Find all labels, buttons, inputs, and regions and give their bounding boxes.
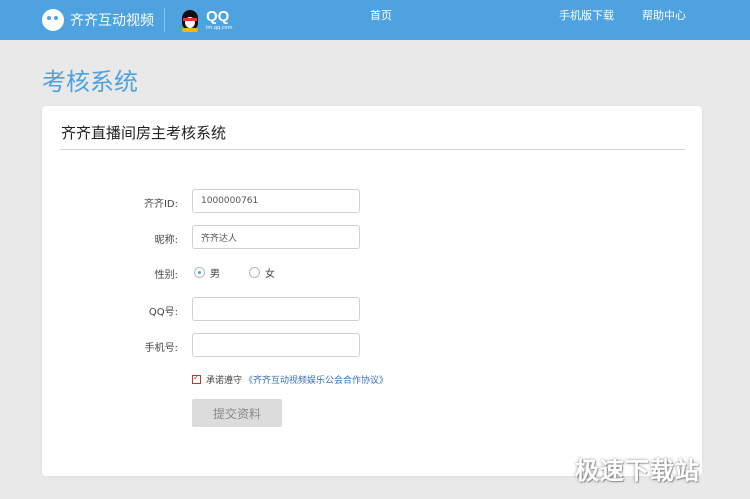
radio-unselected-icon xyxy=(249,267,260,278)
agreement-row: 承诺遵守 《齐齐互动视频娱乐公会合作协议》 xyxy=(192,373,388,386)
gender-option-male[interactable]: 男 xyxy=(194,265,220,280)
submit-button[interactable]: 提交资料 xyxy=(192,399,282,427)
nav-home-link[interactable]: 首页 xyxy=(370,9,392,23)
qiqi-id-label: 齐齐ID: xyxy=(143,199,178,210)
phone-label: 手机号: xyxy=(144,343,178,354)
gender-female-label: 女 xyxy=(265,269,275,280)
brand-name: 齐齐互动视频 xyxy=(70,13,154,29)
agreement-checkbox[interactable] xyxy=(192,373,201,384)
qiqi-id-input[interactable] xyxy=(192,189,360,213)
gender-label: 性别: xyxy=(154,270,178,281)
header-divider xyxy=(164,8,165,32)
qq-number-label: QQ号: xyxy=(148,307,178,318)
form-card: 齐齐直播间房主考核系统 齐齐ID: 昵称: 性别: 男 女 QQ号: 手机号: … xyxy=(42,106,702,476)
nav-mobile-download-link[interactable]: 手机版下载 xyxy=(559,9,614,23)
qq-penguin-icon xyxy=(180,8,200,32)
watermark: 极速下载站 xyxy=(575,457,700,485)
card-divider xyxy=(60,149,685,150)
qq-subtitle: im.qq.com xyxy=(206,25,233,31)
gender-male-label: 男 xyxy=(210,269,220,280)
brand[interactable]: 齐齐互动视频 xyxy=(42,6,154,34)
qq-number-input[interactable] xyxy=(192,297,360,321)
agreement-text: 承诺遵守 xyxy=(206,376,243,386)
page-title: 考核系统 xyxy=(42,68,138,96)
top-nav-bar: 齐齐互动视频 QQ im.qq.com 首页 手机版下载 帮助中心 xyxy=(0,0,750,40)
qq-logo-text: QQ im.qq.com xyxy=(206,9,232,31)
qiqi-logo-icon xyxy=(42,9,64,31)
gender-option-female[interactable]: 女 xyxy=(249,265,275,280)
phone-input[interactable] xyxy=(192,333,360,357)
nickname-label: 昵称: xyxy=(154,235,178,246)
qq-title: QQ xyxy=(206,8,230,25)
nickname-input[interactable] xyxy=(192,225,360,249)
agreement-link[interactable]: 《齐齐互动视频娱乐公会合作协议》 xyxy=(244,373,388,386)
nav-help-center-link[interactable]: 帮助中心 xyxy=(642,9,686,23)
qq-logo[interactable]: QQ im.qq.com xyxy=(180,5,232,35)
card-title: 齐齐直播间房主考核系统 xyxy=(61,124,227,142)
radio-selected-icon xyxy=(194,267,205,278)
